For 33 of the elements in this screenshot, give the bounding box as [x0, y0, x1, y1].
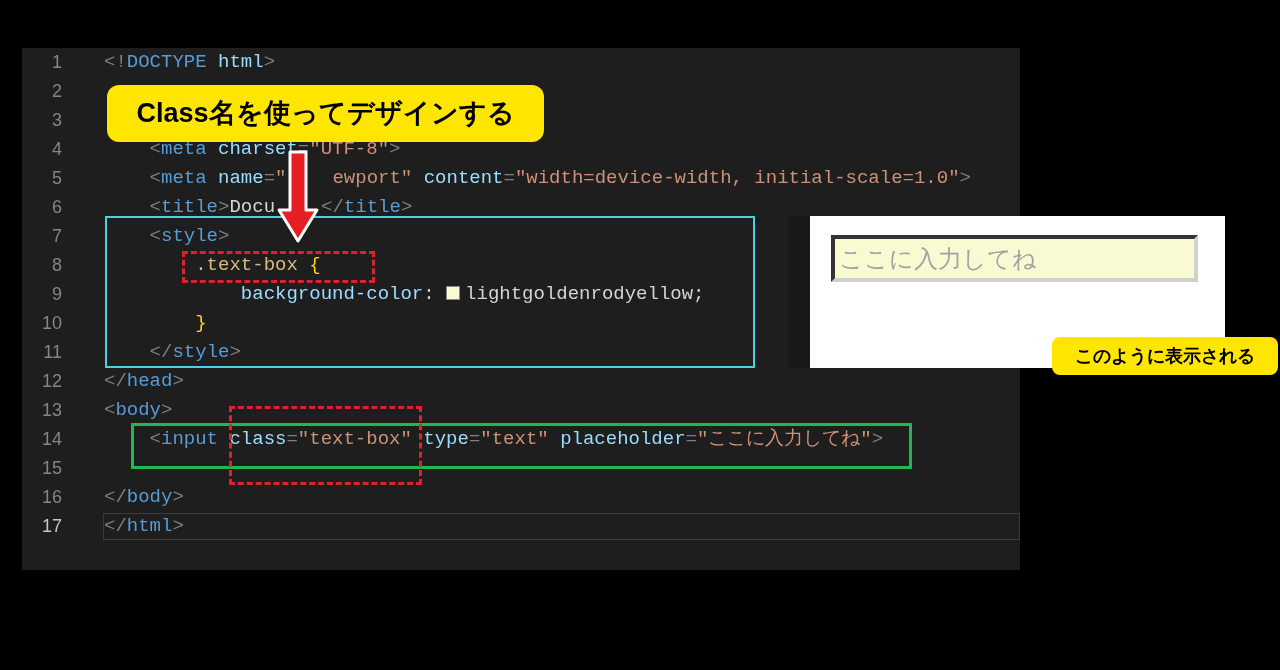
- code-line: <body>: [104, 401, 173, 420]
- code-line: </body>: [104, 488, 184, 507]
- line-number: 12: [40, 370, 62, 393]
- code-line: <input class="text-box" type="text" placeholder="ここに入力してね">: [148, 430, 884, 449]
- code-line: <title>Docu </title>: [148, 198, 413, 217]
- line-number: 8: [51, 254, 62, 277]
- code-line: }: [194, 314, 207, 333]
- line-number: 3: [51, 109, 62, 132]
- line-number: 16: [40, 486, 62, 509]
- code-line: </style>: [148, 343, 241, 362]
- line-number: 11: [42, 341, 62, 364]
- text-box[interactable]: ここに入力してね: [831, 235, 1198, 282]
- line-number: 5: [51, 167, 62, 190]
- line-number: 4: [51, 138, 62, 161]
- result-callout: このように表示される: [1052, 337, 1278, 375]
- line-number: 13: [40, 399, 62, 422]
- code-line: <!DOCTYPE html>: [104, 53, 276, 72]
- line-number: 2: [51, 80, 62, 103]
- code-line: .text-box {: [194, 256, 321, 275]
- code-line: </head>: [104, 372, 184, 391]
- line-number: 1: [51, 51, 62, 74]
- title-callout: Class名を使ってデザインする: [107, 85, 544, 142]
- line-number: 17: [40, 515, 62, 538]
- code-line: <style>: [148, 227, 230, 246]
- line-number: 9: [51, 283, 62, 306]
- line-number: 14: [40, 428, 62, 451]
- line-number: 10: [40, 312, 62, 335]
- code-line: <meta name=" ewport" content="width=device-width, initial-scale=1.0">: [148, 169, 971, 188]
- line-number: 6: [51, 196, 62, 219]
- line-number: 15: [40, 457, 62, 480]
- code-line: </html>: [104, 517, 184, 536]
- code-line: background-color: lightgoldenrodyellow;: [239, 285, 705, 304]
- line-number: 7: [51, 225, 62, 248]
